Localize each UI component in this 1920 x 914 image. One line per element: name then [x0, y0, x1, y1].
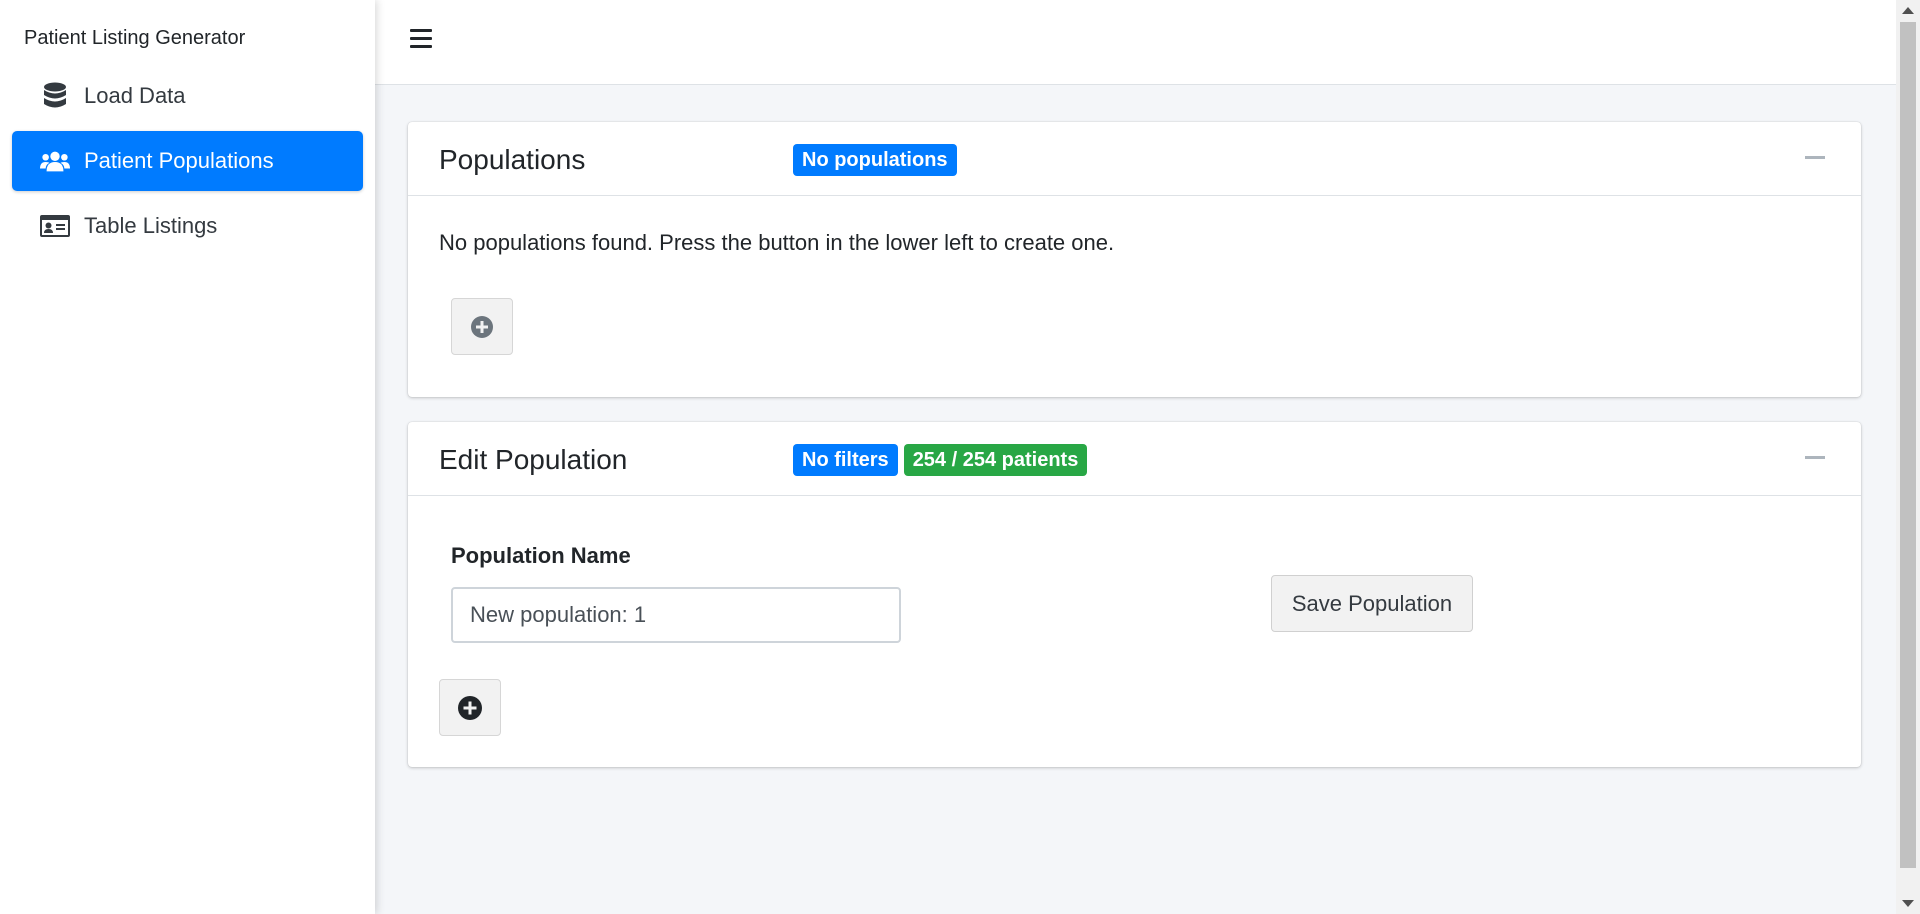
- patients-count-badge: 254 / 254 patients: [903, 444, 1088, 476]
- collapse-minus-icon[interactable]: [1805, 156, 1825, 159]
- app-title: Patient Listing Generator: [24, 27, 246, 49]
- population-name-input[interactable]: [451, 587, 901, 643]
- scroll-up-arrow-icon[interactable]: [1902, 7, 1914, 14]
- badge-group: No populations: [793, 144, 963, 176]
- badge-group: No filters 254 / 254 patients: [793, 444, 1093, 476]
- users-icon: [40, 147, 70, 175]
- sidebar-item-load-data[interactable]: Load Data: [12, 66, 363, 126]
- database-icon: [40, 82, 70, 110]
- population-name-label: Population Name: [451, 543, 631, 568]
- plus-circle-icon: [471, 315, 493, 338]
- empty-state-message: No populations found. Press the button i…: [439, 230, 1115, 255]
- menu-toggle-icon[interactable]: [410, 29, 432, 49]
- add-filter-button[interactable]: [439, 679, 501, 736]
- collapse-minus-icon[interactable]: [1805, 456, 1825, 459]
- plus-circle-icon: [458, 695, 482, 720]
- card-title: Edit Population: [439, 444, 628, 475]
- populations-card: Populations No populations No population…: [408, 122, 1861, 397]
- sidebar-item-table-listings[interactable]: Table Listings: [12, 196, 363, 256]
- sidebar-item-patient-populations[interactable]: Patient Populations: [12, 131, 363, 191]
- sidebar-item-label: Table Listings: [84, 213, 218, 238]
- sidebar-item-label: Load Data: [84, 83, 186, 108]
- sidebar-item-label: Patient Populations: [84, 148, 274, 173]
- populations-count-badge: No populations: [793, 144, 957, 176]
- add-population-button[interactable]: [451, 298, 513, 355]
- page-scrollbar[interactable]: [1896, 0, 1920, 914]
- card-header: Edit Population No filters 254 / 254 pat…: [408, 422, 1861, 496]
- card-header: Populations No populations: [408, 122, 1861, 196]
- card-title: Populations: [439, 144, 586, 175]
- filters-badge: No filters: [793, 444, 898, 476]
- sidebar: Patient Listing Generator Load Data Pati…: [0, 0, 375, 914]
- top-navbar: [375, 0, 1896, 85]
- scroll-down-arrow-icon[interactable]: [1902, 900, 1914, 907]
- sidebar-nav: Load Data Patient Populations Table List…: [12, 66, 363, 261]
- save-population-button[interactable]: Save Population: [1271, 575, 1473, 632]
- id-card-icon: [40, 212, 70, 240]
- scrollbar-thumb[interactable]: [1900, 22, 1916, 868]
- edit-population-card: Edit Population No filters 254 / 254 pat…: [408, 422, 1861, 767]
